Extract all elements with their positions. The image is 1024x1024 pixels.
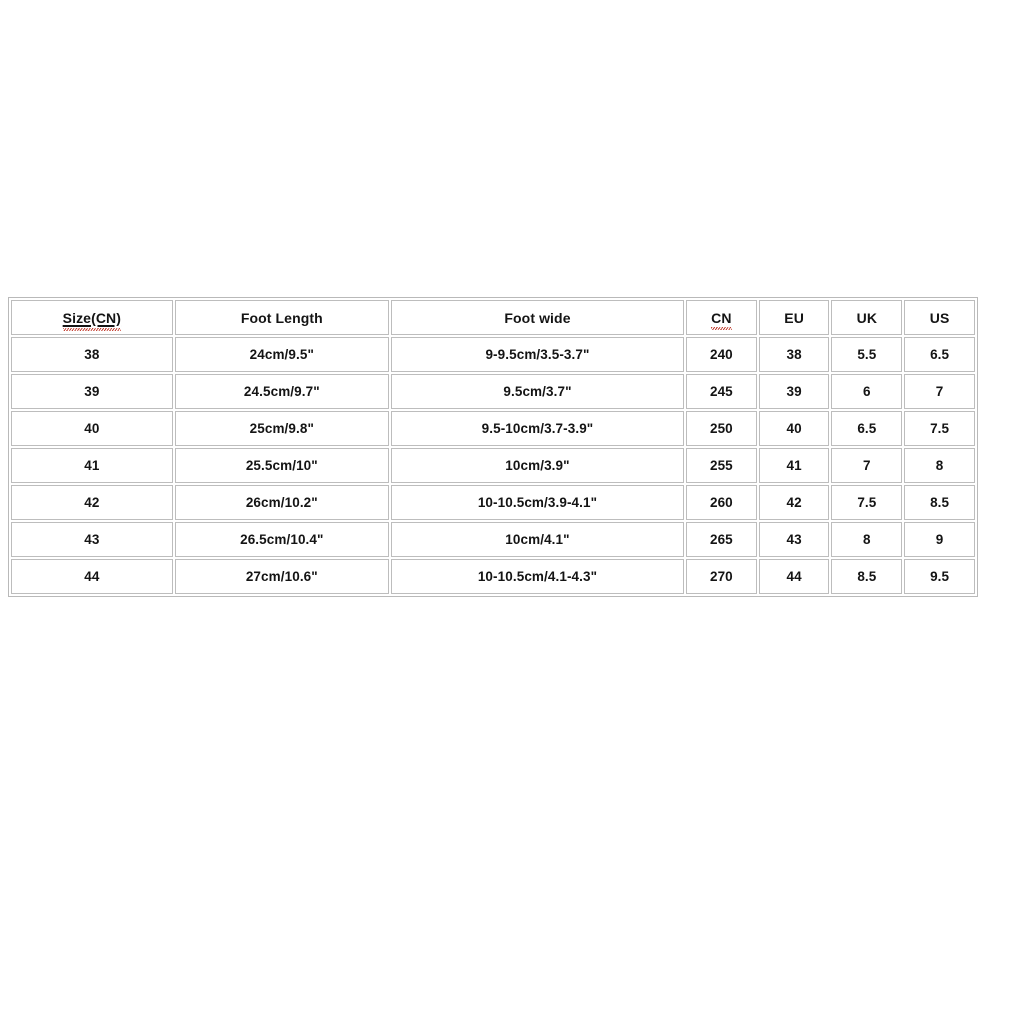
table-header: Size(CN) Foot Length Foot wide CN EU UK US [11, 300, 975, 335]
cell-foot-length: 25.5cm/10" [174, 448, 389, 483]
cell-uk: 7 [831, 448, 903, 483]
table-row: 40 25cm/9.8" 9.5-10cm/3.7-3.9" 250 40 6.5 7.5 [11, 411, 975, 446]
cell-size-cn: 43 [11, 522, 173, 557]
column-header-uk: UK [831, 300, 903, 335]
column-header-us: US [904, 300, 975, 335]
cell-foot-length: 26cm/10.2" [174, 485, 389, 520]
cell-foot-wide: 10-10.5cm/3.9-4.1" [390, 485, 685, 520]
cell-foot-wide: 9.5cm/3.7" [390, 374, 685, 409]
cell-cn: 270 [686, 559, 757, 594]
cell-size-cn: 42 [11, 485, 173, 520]
cell-uk: 8 [831, 522, 903, 557]
cell-uk: 8.5 [831, 559, 903, 594]
table-row: 38 24cm/9.5" 9-9.5cm/3.5-3.7" 240 38 5.5 6.5 [11, 337, 975, 372]
column-header-size-cn: Size(CN) [11, 300, 173, 335]
cell-eu: 38 [758, 337, 830, 372]
cell-us: 7.5 [904, 411, 975, 446]
cell-uk: 6 [831, 374, 903, 409]
table-row: 44 27cm/10.6" 10-10.5cm/4.1-4.3" 270 44 8.5 9.… [11, 559, 975, 594]
cell-cn: 265 [686, 522, 757, 557]
cell-foot-wide: 10cm/4.1" [390, 522, 685, 557]
cell-us: 9.5 [904, 559, 975, 594]
column-header-foot-wide: Foot wide [390, 300, 685, 335]
table-header-row: Size(CN) Foot Length Foot wide CN EU UK US [11, 300, 975, 335]
cell-us: 8.5 [904, 485, 975, 520]
cell-eu: 42 [758, 485, 830, 520]
cell-size-cn: 44 [11, 559, 173, 594]
cell-size-cn: 38 [11, 337, 173, 372]
cell-cn: 240 [686, 337, 757, 372]
table-row: 42 26cm/10.2" 10-10.5cm/3.9-4.1" 260 42 7.5 8.… [11, 485, 975, 520]
cell-uk: 7.5 [831, 485, 903, 520]
cell-foot-wide: 10-10.5cm/4.1-4.3" [390, 559, 685, 594]
table-body: 38 24cm/9.5" 9-9.5cm/3.5-3.7" 240 38 5.5 6.5 39… [11, 337, 975, 594]
column-header-cn: CN [686, 300, 757, 335]
cell-foot-wide: 10cm/3.9" [390, 448, 685, 483]
column-header-eu: EU [758, 300, 830, 335]
cell-cn: 255 [686, 448, 757, 483]
table-row: 43 26.5cm/10.4" 10cm/4.1" 265 43 8 9 [11, 522, 975, 557]
cell-cn: 245 [686, 374, 757, 409]
cell-foot-length: 27cm/10.6" [174, 559, 389, 594]
cell-eu: 41 [758, 448, 830, 483]
cell-foot-length: 26.5cm/10.4" [174, 522, 389, 557]
cell-us: 9 [904, 522, 975, 557]
table-row: 41 25.5cm/10" 10cm/3.9" 255 41 7 8 [11, 448, 975, 483]
column-header-label: Foot Length [240, 309, 323, 326]
cell-foot-wide: 9.5-10cm/3.7-3.9" [390, 411, 685, 446]
column-header-label: UK [856, 309, 878, 326]
table-row: 39 24.5cm/9.7" 9.5cm/3.7" 245 39 6 7 [11, 374, 975, 409]
cell-foot-length: 24.5cm/9.7" [174, 374, 389, 409]
cell-uk: 6.5 [831, 411, 903, 446]
cell-foot-wide: 9-9.5cm/3.5-3.7" [390, 337, 685, 372]
cell-cn: 260 [686, 485, 757, 520]
column-header-label: Size(CN) [62, 309, 122, 331]
cell-us: 8 [904, 448, 975, 483]
cell-uk: 5.5 [831, 337, 903, 372]
cell-size-cn: 40 [11, 411, 173, 446]
column-header-label: US [929, 309, 950, 326]
cell-cn: 250 [686, 411, 757, 446]
column-header-label: Foot wide [504, 309, 571, 326]
column-header-foot-length: Foot Length [174, 300, 389, 335]
cell-foot-length: 25cm/9.8" [174, 411, 389, 446]
shoe-size-conversion-table: Size(CN) Foot Length Foot wide CN EU UK US 38 2… [8, 297, 978, 597]
cell-eu: 40 [758, 411, 830, 446]
cell-foot-length: 24cm/9.5" [174, 337, 389, 372]
cell-eu: 44 [758, 559, 830, 594]
cell-eu: 39 [758, 374, 830, 409]
column-header-label: EU [784, 309, 804, 326]
cell-us: 6.5 [904, 337, 975, 372]
size-chart-container: Size(CN) Foot Length Foot wide CN EU UK US 38 2… [8, 297, 978, 597]
column-header-label: CN [711, 309, 733, 330]
cell-size-cn: 39 [11, 374, 173, 409]
cell-eu: 43 [758, 522, 830, 557]
cell-us: 7 [904, 374, 975, 409]
cell-size-cn: 41 [11, 448, 173, 483]
